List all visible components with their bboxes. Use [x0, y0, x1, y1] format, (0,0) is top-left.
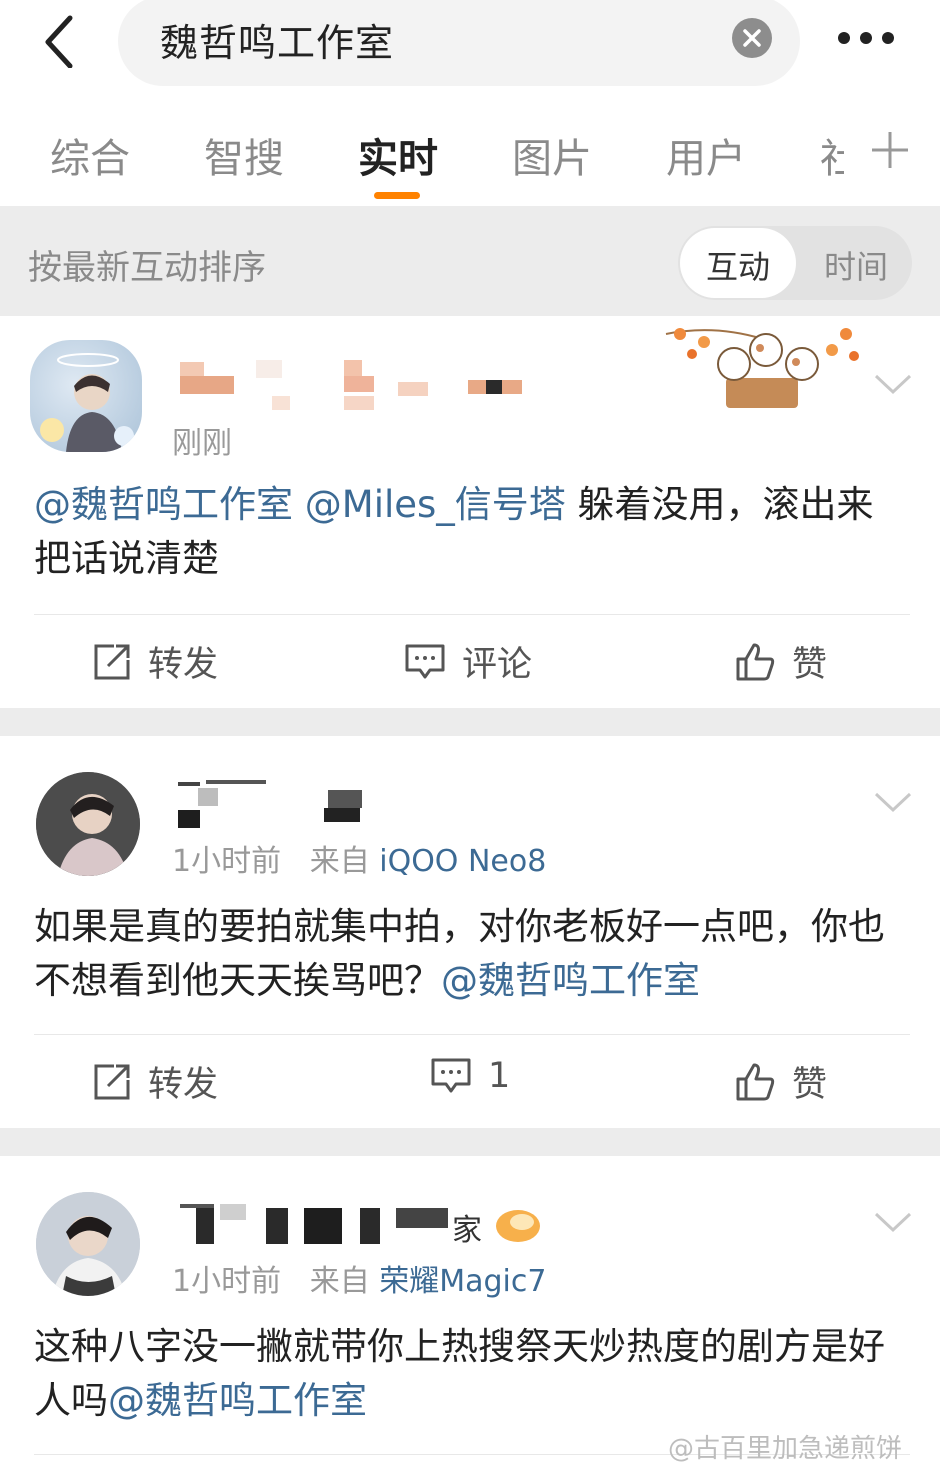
username-blurred[interactable]: 家	[176, 1198, 546, 1254]
post-text: 如果是真的要拍就集中拍，对你老板好一点吧，你也不想看到他天天挨骂吧？@魏哲鸣工作…	[34, 900, 894, 1008]
post-meta: 1小时前 来自 iQOO Neo8	[172, 836, 546, 880]
divider	[34, 1034, 910, 1035]
chevron-down-icon[interactable]	[872, 372, 914, 396]
tab-realtime[interactable]: 实时	[358, 126, 438, 184]
like-icon	[736, 643, 775, 680]
like-icon	[736, 1063, 775, 1100]
card-gap	[0, 1128, 940, 1156]
comment-count: 1	[488, 1056, 511, 1096]
tab-images[interactable]: 图片	[512, 126, 592, 184]
username-blurred[interactable]	[176, 776, 366, 830]
comment-icon	[405, 644, 445, 678]
post-time: 刚刚	[172, 426, 232, 461]
repost-button[interactable]: 转发	[92, 1056, 218, 1107]
chevron-down-icon[interactable]	[872, 1210, 914, 1234]
post-card: 家 1小时前 来自 荣耀Magic7 这种八字没一撇就带你上热搜祭天炒热度的剧方…	[0, 1156, 940, 1467]
avatar[interactable]	[30, 340, 142, 452]
like-label: 赞	[792, 645, 828, 685]
repost-button[interactable]: 转发	[92, 636, 218, 687]
mention-link[interactable]: @魏哲鸣工作室	[34, 483, 293, 526]
tab-smart-search[interactable]: 智搜	[204, 126, 284, 184]
post-card: 刚刚 @魏哲鸣工作室 @Miles_信号塔 躲着没用，滚出来把话说清楚 转发 评…	[0, 316, 940, 708]
post-card: 1小时前 来自 iQOO Neo8 如果是真的要拍就集中拍，对你老板好一点吧，你…	[0, 736, 940, 1128]
post-text: @魏哲鸣工作室 @Miles_信号塔 躲着没用，滚出来把话说清楚	[34, 478, 894, 586]
like-button[interactable]: 赞	[734, 1056, 827, 1107]
active-tab-indicator	[374, 192, 420, 199]
post-text: 这种八字没一撇就带你上热搜祭天炒热度的剧方是好人吗@魏哲鸣工作室	[34, 1320, 894, 1428]
plus-icon[interactable]	[868, 128, 912, 172]
post-source-prefix: 来自	[309, 844, 370, 879]
tab-more-truncated[interactable]: 社	[820, 126, 844, 184]
comment-icon	[431, 1058, 471, 1093]
mention-link[interactable]: @魏哲鸣工作室	[441, 959, 700, 1002]
search-header: 魏哲鸣工作室	[0, 0, 940, 100]
mention-link[interactable]: @Miles_信号塔	[305, 483, 566, 526]
post-source-device[interactable]: iQOO Neo8	[379, 844, 546, 879]
chevron-down-icon[interactable]	[872, 790, 914, 814]
post-time: 1小时前	[172, 1264, 282, 1299]
post-time: 1小时前	[172, 844, 282, 879]
search-input[interactable]: 魏哲鸣工作室	[118, 0, 800, 86]
username-blurred[interactable]	[176, 358, 526, 414]
mention-link[interactable]: @魏哲鸣工作室	[108, 1379, 367, 1422]
like-label: 赞	[792, 1065, 828, 1105]
post-source-device[interactable]: 荣耀Magic7	[379, 1264, 546, 1299]
sort-option-interaction[interactable]: 互动	[706, 242, 770, 288]
back-arrow-icon[interactable]	[30, 8, 90, 69]
search-query-text: 魏哲鸣工作室	[160, 21, 395, 65]
post-source-prefix: 来自	[309, 1264, 370, 1299]
sort-option-time[interactable]: 时间	[824, 242, 888, 288]
clear-icon[interactable]	[732, 18, 772, 58]
sort-toggle[interactable]: 互动 时间	[678, 226, 912, 300]
like-button[interactable]: 赞	[734, 636, 827, 687]
avatar[interactable]	[36, 1192, 140, 1296]
card-decoration-image	[665, 328, 859, 408]
comment-button[interactable]: 评论	[404, 636, 532, 687]
more-icon[interactable]	[826, 18, 906, 58]
card-gap	[0, 708, 940, 736]
tab-users[interactable]: 用户	[666, 126, 746, 184]
post-meta: 刚刚	[172, 418, 232, 462]
svg-text:家: 家	[452, 1213, 482, 1248]
repost-label: 转发	[148, 645, 219, 685]
avatar[interactable]	[36, 772, 140, 876]
tab-comprehensive[interactable]: 综合	[50, 126, 130, 184]
comment-label: 评论	[462, 645, 533, 685]
divider	[34, 614, 910, 615]
search-tabs: 综合 智搜 实时 图片 用户 社	[0, 100, 940, 206]
post-meta: 1小时前 来自 荣耀Magic7	[172, 1256, 546, 1300]
sort-label: 按最新互动排序	[28, 248, 266, 288]
watermark-text: @古百里加急递煎饼	[668, 1434, 903, 1464]
repost-label: 转发	[148, 1065, 219, 1105]
comment-button[interactable]: 1	[430, 1056, 510, 1096]
repost-icon	[94, 644, 130, 679]
sort-bar: 按最新互动排序 互动 时间	[0, 206, 940, 316]
repost-icon	[94, 1064, 130, 1099]
